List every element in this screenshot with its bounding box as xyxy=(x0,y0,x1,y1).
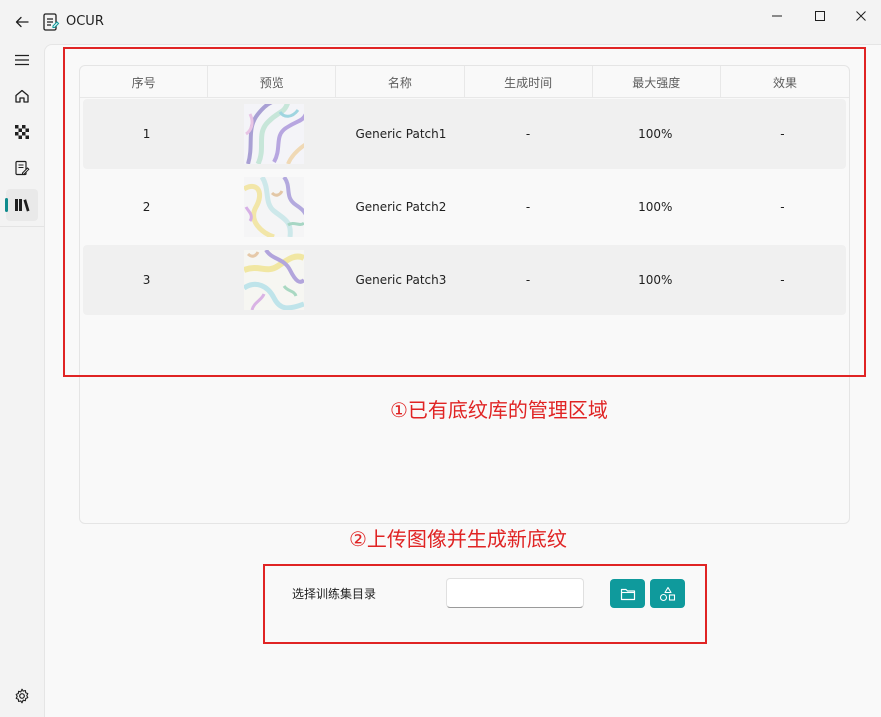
app-document-icon xyxy=(42,12,60,32)
app-title: OCUR xyxy=(66,14,104,29)
checkerboard-icon xyxy=(15,125,29,139)
settings-button[interactable] xyxy=(10,684,34,708)
nav-item-home[interactable] xyxy=(6,80,38,112)
back-arrow-icon xyxy=(15,16,29,28)
training-dir-input[interactable] xyxy=(446,578,584,608)
document-edit-icon xyxy=(15,160,30,176)
minimize-icon xyxy=(772,15,782,17)
training-dir-label: 选择训练集目录 xyxy=(292,587,377,601)
gear-icon xyxy=(15,688,29,704)
menu-button[interactable] xyxy=(6,44,38,76)
annotation-box-management xyxy=(63,47,866,377)
home-icon xyxy=(15,89,29,103)
nav-item-library[interactable] xyxy=(5,189,38,221)
shapes-icon xyxy=(659,586,675,601)
close-icon xyxy=(856,11,866,21)
back-button[interactable] xyxy=(10,10,34,34)
nav-active-indicator xyxy=(5,198,8,212)
nav-item-edit[interactable] xyxy=(6,152,38,184)
annotation-label-management: ①已有底纹库的管理区域 xyxy=(390,398,608,422)
annotation-label-upload: ②上传图像并生成新底纹 xyxy=(349,527,567,551)
nav-item-pattern[interactable] xyxy=(6,116,38,148)
nav-rail xyxy=(0,44,44,717)
browse-folder-button[interactable] xyxy=(610,579,645,608)
title-bar: OCUR xyxy=(0,0,881,44)
nav-separator xyxy=(0,226,44,227)
folder-icon xyxy=(620,588,635,600)
minimize-button[interactable] xyxy=(760,4,794,28)
hamburger-icon xyxy=(15,54,29,66)
close-button[interactable] xyxy=(844,4,878,28)
library-books-icon xyxy=(15,199,30,212)
maximize-icon xyxy=(815,11,825,21)
generate-patch-button[interactable] xyxy=(650,579,685,608)
maximize-button[interactable] xyxy=(803,4,837,28)
